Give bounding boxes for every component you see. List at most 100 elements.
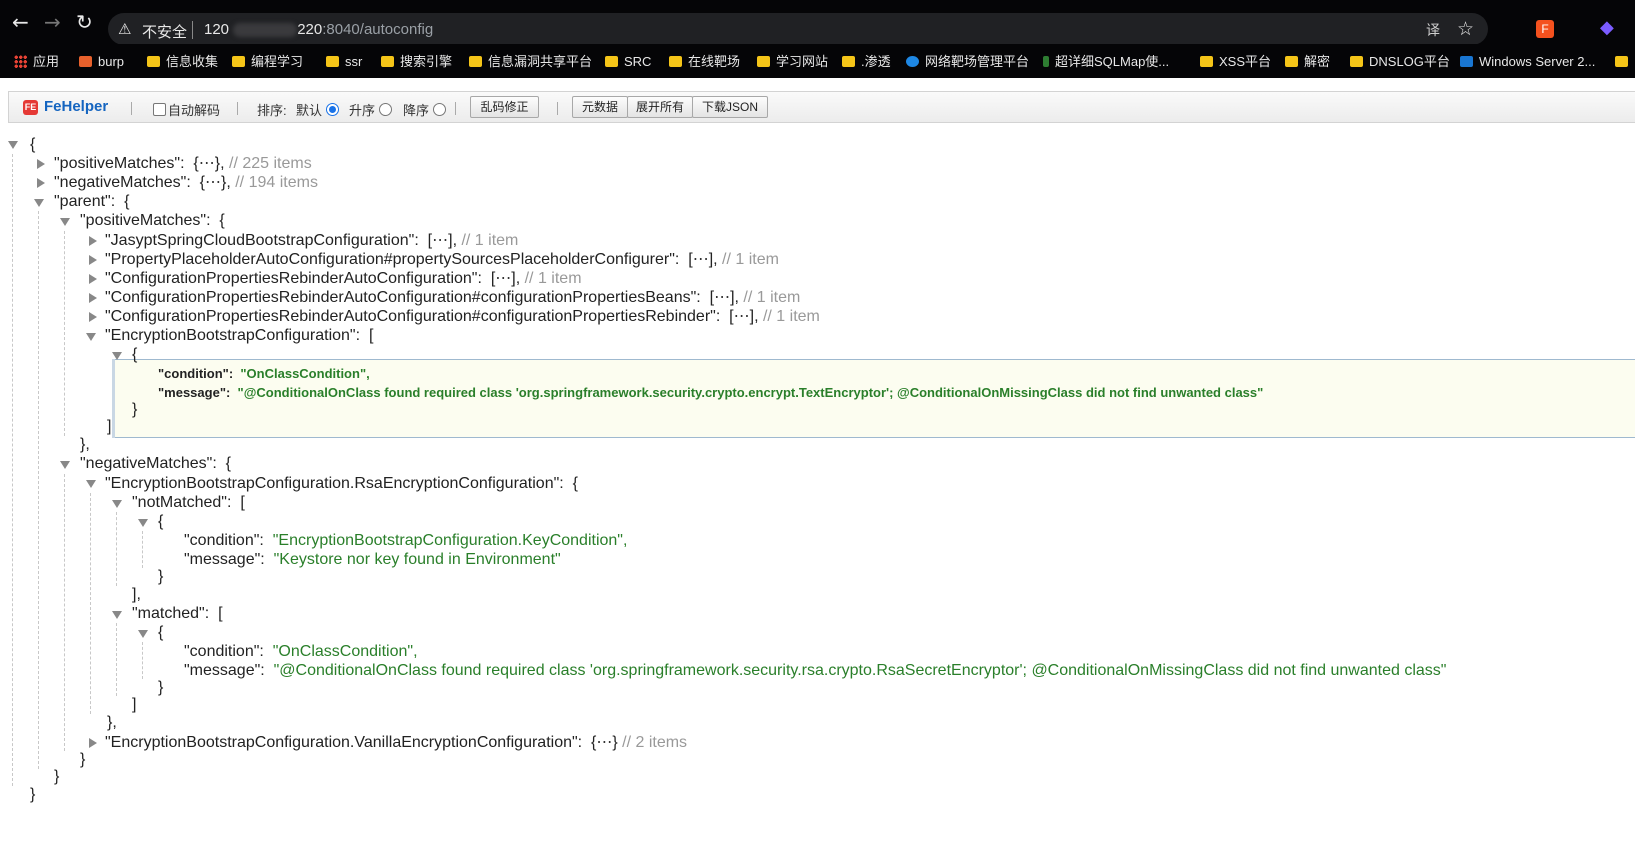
- bookmark-star-icon[interactable]: ☆: [1457, 18, 1474, 40]
- bookmark-folder[interactable]: XSS平台: [1200, 52, 1271, 72]
- bookmark-label: 应用: [33, 54, 60, 69]
- bookmark-folder[interactable]: [1615, 52, 1634, 72]
- bookmark-folder[interactable]: .渗透: [842, 52, 891, 72]
- collapsed-ellipsis[interactable]: ⋯: [693, 251, 709, 268]
- sort-desc-radio[interactable]: [433, 103, 447, 116]
- address-bar[interactable]: ⚠ 不安全 120 220:8040/autoconfig 译 ☆: [108, 13, 1488, 45]
- json-line: "negativeMatches": {: [80, 454, 231, 473]
- collapse-toggle-icon[interactable]: [112, 500, 122, 508]
- sort-asc-radio[interactable]: [379, 103, 393, 116]
- collapse-toggle-icon[interactable]: [8, 141, 18, 149]
- fix-encoding-button[interactable]: 乱码修正: [470, 96, 539, 118]
- json-brace: {: [219, 212, 225, 229]
- bookmark-folder[interactable]: ssr: [326, 52, 362, 72]
- bookmark-folder[interactable]: DNSLOG平台: [1350, 52, 1450, 72]
- bookmark-site[interactable]: Windows Server 2...: [1460, 52, 1595, 72]
- expand-all-button[interactable]: 展开所有: [627, 96, 693, 118]
- sort-desc-option[interactable]: 降序: [403, 100, 447, 119]
- collapse-toggle-icon[interactable]: [112, 611, 122, 619]
- json-comment: // 1 item: [743, 289, 801, 306]
- collapsed-ellipsis[interactable]: ⋯: [596, 734, 612, 751]
- bookmark-apps[interactable]: 应用: [14, 52, 59, 72]
- collapse-toggle-icon[interactable]: [112, 352, 122, 360]
- json-key: "condition":: [184, 643, 264, 660]
- bookmark-label: burp: [98, 54, 125, 69]
- extension-icon[interactable]: F: [1536, 20, 1554, 38]
- bookmark-folder[interactable]: 信息漏洞共享平台: [469, 52, 592, 72]
- checkbox-box[interactable]: [153, 103, 166, 116]
- fehelper-brand[interactable]: FeHelper: [44, 98, 108, 115]
- bookmark-label: 信息收集: [166, 54, 219, 69]
- bookmark-folder[interactable]: SRC: [605, 52, 651, 72]
- bookmark-folder[interactable]: 解密: [1285, 52, 1330, 72]
- bookmark-burp[interactable]: burp: [79, 52, 124, 72]
- json-key: "matched":: [132, 605, 210, 622]
- bookmark-label: 搜索引擎: [400, 54, 453, 69]
- collapsed-ellipsis[interactable]: ⋯: [432, 232, 448, 249]
- sort-asc-option[interactable]: 升序: [349, 100, 393, 119]
- sort-default-option[interactable]: 默认: [296, 100, 340, 119]
- folder-icon: [1200, 56, 1213, 67]
- bookmark-folder[interactable]: 信息收集: [147, 52, 218, 72]
- bookmark-site[interactable]: 超详细SQLMap使...: [1043, 52, 1169, 72]
- collapse-toggle-icon[interactable]: [86, 333, 96, 341]
- json-brace: }: [612, 734, 618, 751]
- json-brace: }: [214, 155, 221, 172]
- json-close-brace: }: [158, 568, 164, 585]
- extension-diamond-icon[interactable]: ◆: [1600, 19, 1616, 37]
- translate-icon[interactable]: 译: [1426, 20, 1440, 40]
- collapse-toggle-icon[interactable]: [138, 519, 148, 527]
- root-open-brace: {: [30, 136, 36, 153]
- bookmark-folder[interactable]: 编程学习: [232, 52, 303, 72]
- raw-data-button[interactable]: 元数据: [572, 96, 628, 118]
- bookmark-label: 编程学习: [251, 54, 304, 69]
- json-open-brace: {: [132, 346, 138, 363]
- url-text[interactable]: 120 220:8040/autoconfig: [204, 21, 433, 38]
- bookmark-site[interactable]: 网络靶场管理平台: [906, 52, 1029, 72]
- indent-guide: [38, 211, 39, 769]
- collapsed-ellipsis[interactable]: ⋯: [199, 155, 215, 172]
- json-key: "positiveMatches":: [80, 212, 211, 229]
- expand-toggle-icon[interactable]: [89, 738, 97, 748]
- collapse-toggle-icon[interactable]: [138, 630, 148, 638]
- collapsed-ellipsis[interactable]: ⋯: [495, 270, 511, 287]
- folder-icon: [669, 56, 682, 67]
- json-line: "JasyptSpringCloudBootstrapConfiguration…: [105, 232, 519, 249]
- expand-toggle-icon[interactable]: [89, 293, 97, 303]
- json-string-value: "OnClassCondition",: [272, 643, 418, 660]
- bookmark-label: DNSLOG平台: [1369, 54, 1450, 69]
- expand-toggle-icon[interactable]: [37, 159, 45, 169]
- collapse-toggle-icon[interactable]: [60, 461, 70, 469]
- json-brace: }: [221, 174, 227, 191]
- auto-decode-checkbox[interactable]: 自动解码: [153, 100, 220, 119]
- bookmark-label: 网络靶场管理平台: [925, 54, 1030, 69]
- forward-icon[interactable]: →: [44, 12, 61, 32]
- reload-icon[interactable]: ↻: [76, 12, 93, 32]
- collapse-toggle-icon[interactable]: [34, 199, 44, 207]
- bookmark-folder[interactable]: 学习网站: [757, 52, 828, 72]
- collapse-toggle-icon[interactable]: [60, 218, 70, 226]
- folder-icon: [757, 56, 770, 67]
- json-key: "EncryptionBootstrapConfiguration.Vanill…: [105, 734, 583, 751]
- expand-toggle-icon[interactable]: [89, 255, 97, 265]
- bookmark-folder[interactable]: 搜索引擎: [381, 52, 452, 72]
- auto-decode-label: 自动解码: [168, 103, 221, 118]
- bookmark-folder[interactable]: 在线靶场: [669, 52, 740, 72]
- folder-icon: [326, 56, 339, 67]
- collapsed-ellipsis[interactable]: ⋯: [205, 174, 221, 191]
- expand-toggle-icon[interactable]: [89, 312, 97, 322]
- collapsed-ellipsis[interactable]: ⋯: [714, 289, 730, 306]
- expand-toggle-icon[interactable]: [89, 274, 97, 284]
- expand-toggle-icon[interactable]: [37, 178, 45, 188]
- back-icon[interactable]: ←: [12, 12, 29, 32]
- collapse-toggle-icon[interactable]: [86, 480, 96, 488]
- json-brace: {: [225, 455, 231, 472]
- indent-guide: [90, 493, 91, 714]
- download-json-button[interactable]: 下载JSON: [692, 96, 768, 118]
- collapsed-ellipsis[interactable]: ⋯: [734, 308, 750, 325]
- security-status[interactable]: 不安全: [142, 21, 187, 42]
- sort-default-radio[interactable]: [326, 103, 340, 116]
- redacted-host: [233, 23, 298, 38]
- expand-toggle-icon[interactable]: [89, 236, 97, 246]
- json-string-value: "OnClassCondition",: [240, 366, 370, 381]
